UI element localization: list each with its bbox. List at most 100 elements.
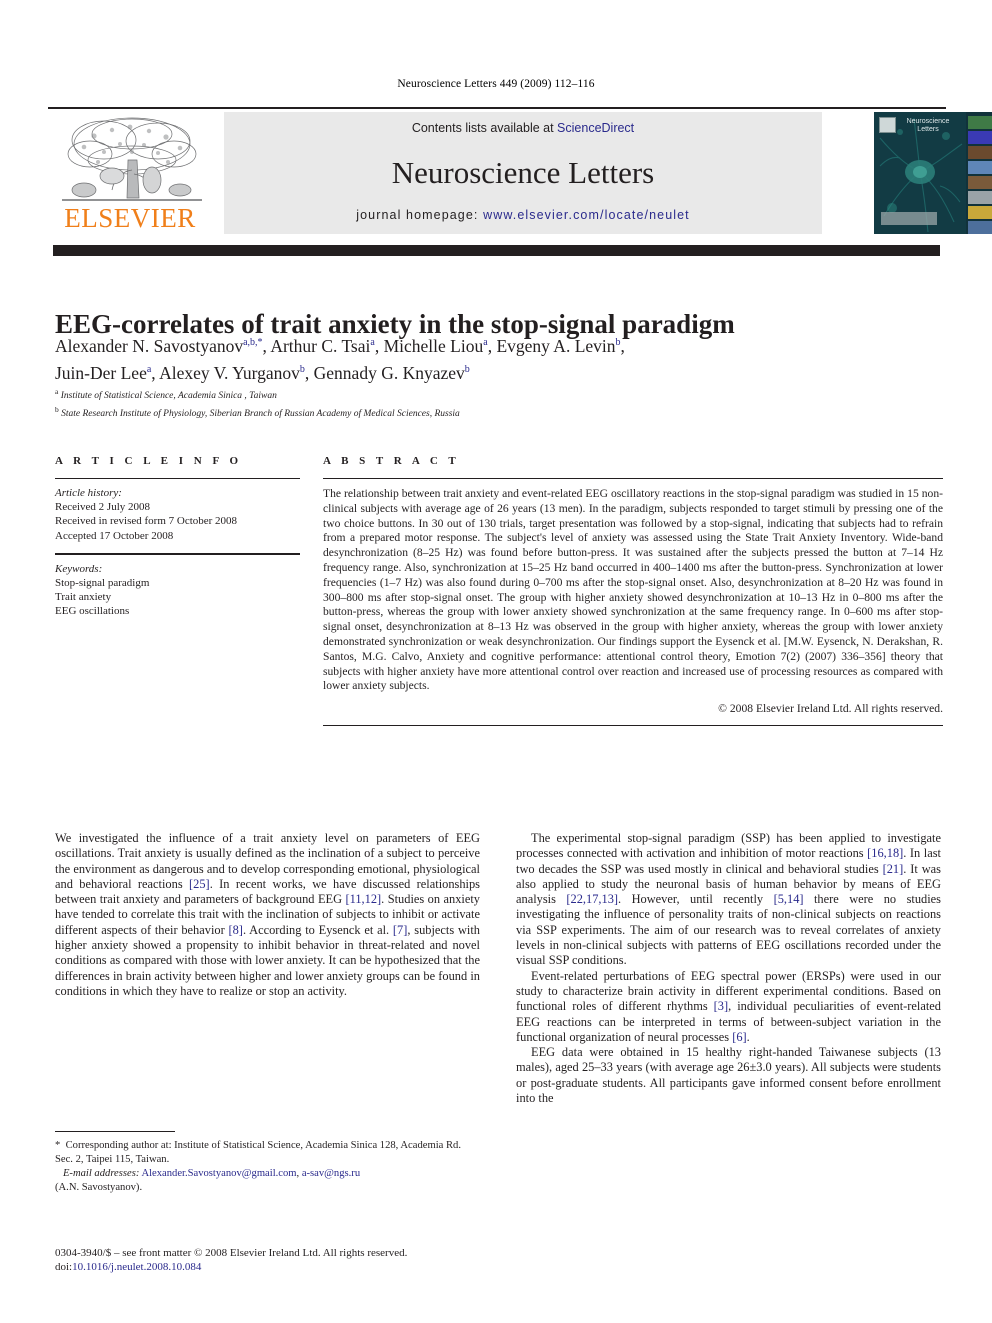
- contents-available-line: Contents lists available at ScienceDirec…: [224, 121, 822, 135]
- paper-page: Neuroscience Letters 449 (2009) 112–116: [0, 0, 992, 1323]
- keyword-item: Trait anxiety: [55, 591, 112, 604]
- cover-journal-title: Neuroscience Letters: [906, 118, 950, 133]
- affiliation-b: b State Research Institute of Physiology…: [55, 403, 935, 421]
- abstract-rule-bottom: [323, 725, 943, 727]
- journal-banner: ELSEVIER Contents lists available at Sci…: [48, 107, 992, 235]
- article-history: Article history: Received 2 July 2008 Re…: [55, 486, 300, 543]
- cover-logo-badge: [879, 117, 896, 133]
- journal-homepage-link[interactable]: www.elsevier.com/locate/neulet: [483, 208, 690, 222]
- section-divider-bar: [53, 245, 940, 256]
- citation-ref[interactable]: [5,14]: [774, 892, 804, 906]
- cover-thumbnail-strip: [966, 112, 992, 234]
- cover-cell: [968, 176, 992, 189]
- paragraph: Event-related perturbations of EEG spect…: [516, 969, 941, 1045]
- revised-date: Received in revised form 7 October 2008: [55, 515, 238, 528]
- keywords-label: Keywords:: [55, 562, 103, 575]
- email-link-primary[interactable]: Alexander.Savostyanov@gmail.com: [141, 1168, 296, 1179]
- author-affiliation-marker: a,b,: [243, 337, 258, 348]
- banner-top-rule: [48, 107, 946, 109]
- body-column-left: We investigated the influence of a trait…: [55, 831, 480, 999]
- homepage-prefix: journal homepage:: [356, 208, 484, 222]
- cover-cell: [968, 221, 992, 234]
- cover-cell: [968, 161, 992, 174]
- author-affiliation-marker: a: [146, 363, 152, 375]
- article-info-heading: A R T I C L E I N F O: [55, 455, 243, 467]
- citation-ref[interactable]: [11,12]: [346, 892, 382, 906]
- paragraph-text: .: [746, 1029, 750, 1044]
- corresponding-author-note: * Corresponding author at: Institute of …: [55, 1139, 480, 1166]
- doi-line: doi:10.1016/j.neulet.2008.10.084: [55, 1260, 495, 1274]
- paragraph-text: . According to Eysenck et al.: [242, 922, 393, 937]
- elsevier-logo: ELSEVIER: [48, 112, 216, 234]
- author-affiliation-marker: a: [483, 337, 488, 348]
- accepted-date: Accepted 17 October 2008: [55, 529, 174, 542]
- running-head: Neuroscience Letters 449 (2009) 112–116: [397, 78, 595, 90]
- author-affiliation-marker: a: [370, 337, 375, 348]
- article-history-label: Article history:: [55, 487, 122, 499]
- keyword-item: EEG oscillations: [55, 605, 130, 618]
- author-name: Alexander N. Savostyanov: [55, 335, 244, 356]
- received-date: Received 2 July 2008: [55, 501, 151, 514]
- author-affiliation-marker: b: [299, 363, 305, 375]
- abstract-heading: A B S T R A C T: [323, 455, 460, 467]
- email-note: E-mail addresses: Alexander.Savostyanov@…: [55, 1168, 361, 1193]
- doi-link[interactable]: 10.1016/j.neulet.2008.10.084: [72, 1261, 201, 1273]
- corresponding-author-text: Corresponding author at: Institute of St…: [55, 1140, 461, 1165]
- author-name: Juin-Der Lee: [55, 362, 147, 383]
- article-info-rule-middle: [55, 552, 300, 555]
- corresponding-marker: *: [257, 337, 263, 348]
- paragraph: EEG data were obtained in 15 healthy rig…: [516, 1045, 941, 1106]
- body-column-right: The experimental stop-signal paradigm (S…: [516, 831, 941, 1106]
- cover-caption-box: [881, 212, 937, 225]
- journal-title: Neuroscience Letters: [391, 155, 655, 190]
- affiliation-a-text: Institute of Statistical Science, Academ…: [60, 391, 277, 402]
- elsevier-wordmark: ELSEVIER: [64, 203, 196, 233]
- affiliation-marker-a: a: [55, 387, 59, 396]
- abstract-rule-top: [323, 478, 943, 479]
- sciencedirect-link[interactable]: ScienceDirect: [557, 121, 634, 135]
- author-list: Alexander N. Savostyanova,b,*, Arthur C.…: [55, 335, 625, 383]
- email-label: E-mail addresses:: [62, 1168, 140, 1180]
- issn-line: 0304-3940/$ – see front matter © 2008 El…: [55, 1247, 408, 1259]
- doi-label: doi:: [55, 1261, 73, 1273]
- citation-ref[interactable]: [21]: [883, 862, 904, 876]
- article-info-rule-top: [55, 478, 300, 479]
- cover-cell: [968, 206, 992, 219]
- footnote-block: * Corresponding author at: Institute of …: [55, 1131, 480, 1194]
- author-affiliation-marker: b: [615, 337, 621, 348]
- abstract-section: A B S T R A C T The relationship between…: [323, 455, 943, 727]
- affiliation-b-text: State Research Institute of Physiology, …: [61, 409, 460, 420]
- journal-cover-thumbnail: Neuroscience Letters: [874, 112, 992, 234]
- affiliation-a: a Institute of Statistical Science, Acad…: [55, 385, 935, 403]
- issn-doi-block: 0304-3940/$ – see front matter © 2008 El…: [55, 1246, 495, 1274]
- cover-cell: [968, 131, 992, 144]
- citation-ref[interactable]: [8]: [228, 923, 242, 937]
- citation-ref[interactable]: [3]: [714, 999, 728, 1013]
- paragraph: The experimental stop-signal paradigm (S…: [516, 831, 941, 969]
- paragraph-text: . However, until recently: [618, 892, 774, 907]
- citation-ref[interactable]: [16,18]: [867, 846, 903, 860]
- email-link-secondary[interactable]: a-sav@ngs.ru: [302, 1168, 360, 1179]
- abstract-copyright: © 2008 Elsevier Ireland Ltd. All rights …: [718, 702, 943, 716]
- cover-cell: [968, 146, 992, 159]
- keywords-block: Keywords: Stop-signal paradigm Trait anx…: [55, 562, 300, 619]
- elsevier-tree-icon: [62, 117, 202, 201]
- author-affiliation-marker: b: [464, 363, 470, 375]
- citation-ref[interactable]: [7]: [393, 923, 407, 937]
- keyword-item: Stop-signal paradigm: [55, 577, 150, 590]
- citation-ref[interactable]: [25]: [189, 877, 210, 891]
- citation-ref[interactable]: [6]: [732, 1030, 746, 1044]
- paragraph: We investigated the influence of a trait…: [55, 831, 480, 999]
- citation-ref[interactable]: [22,17,13]: [566, 892, 618, 906]
- affiliation-marker-b: b: [55, 405, 59, 415]
- email-owner: (A.N. Savostyanov).: [55, 1181, 143, 1193]
- article-info-section: A R T I C L E I N F O Article history: R…: [55, 455, 300, 619]
- affiliations: a Institute of Statistical Science, Acad…: [55, 385, 935, 421]
- abstract-text: The relationship between trait anxiety a…: [323, 487, 943, 693]
- contents-prefix: Contents lists available at: [411, 121, 558, 135]
- cover-cell: [968, 191, 992, 204]
- footnote-star: *: [55, 1140, 61, 1151]
- cover-cell: [968, 116, 992, 129]
- footnote-rule: [55, 1131, 175, 1132]
- journal-homepage-line: journal homepage: www.elsevier.com/locat…: [224, 208, 822, 222]
